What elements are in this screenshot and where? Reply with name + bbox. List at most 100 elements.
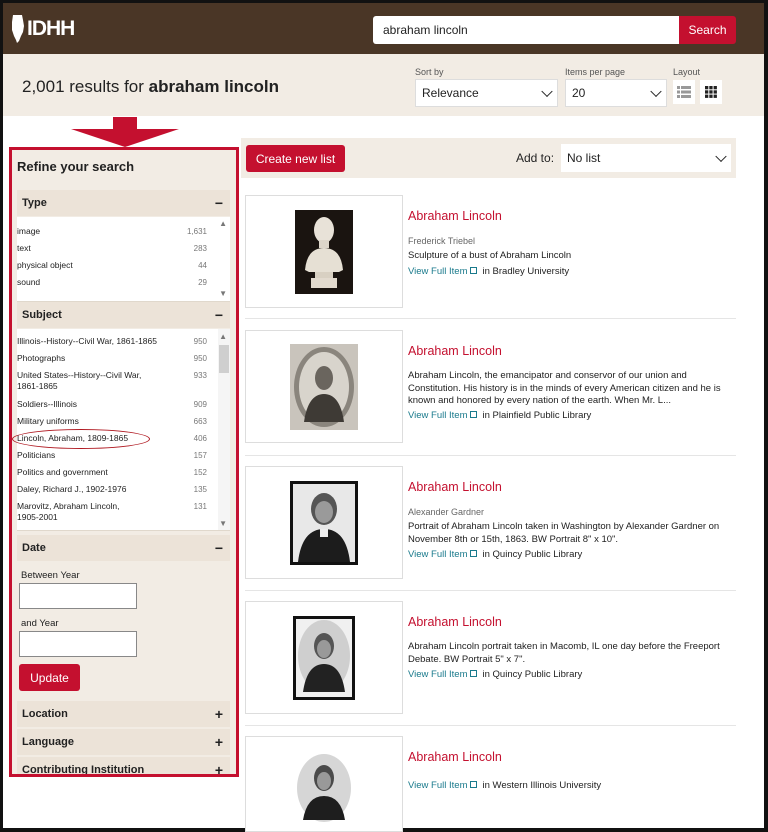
collapse-icon[interactable]: − xyxy=(215,196,223,210)
facet-item[interactable]: Illinois--History--Civil War, 1861-1865 9… xyxy=(17,336,213,347)
lincoln-portrait-image xyxy=(290,480,358,565)
scroll-down-icon[interactable]: ▼ xyxy=(219,289,227,298)
per-page-select[interactable]: 20 xyxy=(565,79,667,107)
per-page-label: Items per page xyxy=(565,67,626,77)
facet-item[interactable]: Photographs 950 xyxy=(17,353,213,364)
facet-item[interactable]: Politicians 157 xyxy=(17,450,213,461)
sort-select[interactable]: Relevance xyxy=(415,79,558,107)
result-thumbnail[interactable] xyxy=(245,195,403,308)
update-button[interactable]: Update xyxy=(19,664,80,691)
result-creator: Alexander Gardner xyxy=(408,507,485,517)
create-new-list-button[interactable]: Create new list xyxy=(246,145,345,172)
list-view-icon xyxy=(677,86,691,98)
view-full-item-link[interactable]: View Full Item xyxy=(408,266,467,277)
chevron-down-icon xyxy=(715,150,727,163)
between-year-label: Between Year xyxy=(21,570,80,581)
site-logo[interactable]: IDHH xyxy=(11,14,75,44)
results-count: 2,001 results for abraham lincoln xyxy=(22,77,280,96)
scroll-up-icon[interactable]: ▲ xyxy=(219,332,227,341)
facet-item[interactable]: Military uniforms 663 xyxy=(17,416,213,427)
chevron-down-icon xyxy=(650,85,662,98)
facet-type-list: image 1,631 text 283 physical object 44 sou… xyxy=(17,217,230,302)
facet-item[interactable]: text 283 xyxy=(17,243,213,254)
sort-label: Sort by xyxy=(415,67,444,77)
facet-type-header[interactable]: Type − xyxy=(17,190,230,216)
scrollbar-thumb[interactable] xyxy=(219,345,229,373)
result-description: Sculpture of a bust of Abraham Lincoln xyxy=(408,250,572,261)
lincoln-oval-portrait-image xyxy=(295,744,353,824)
external-link-icon xyxy=(470,411,478,418)
search-input[interactable] xyxy=(373,16,680,44)
search-button[interactable]: Search xyxy=(679,16,736,44)
result-title[interactable]: Abraham Lincoln xyxy=(408,209,502,223)
result-thumbnail[interactable] xyxy=(245,330,403,443)
external-link-icon xyxy=(470,550,478,557)
expand-icon[interactable]: + xyxy=(215,735,223,749)
facet-location-header[interactable]: Location + xyxy=(17,701,230,727)
add-to-select[interactable]: No list xyxy=(561,144,731,172)
external-link-icon xyxy=(470,781,478,788)
facet-institution-header[interactable]: Contributing Institution + xyxy=(17,757,230,774)
grid-view-icon xyxy=(705,86,717,98)
chevron-down-icon xyxy=(541,85,553,98)
facet-date-header[interactable]: Date − xyxy=(17,535,230,561)
result-item: Abraham Lincoln Abraham Lincoln, the ema… xyxy=(245,330,736,456)
result-title[interactable]: Abraham Lincoln xyxy=(408,750,502,764)
view-full-item-link[interactable]: View Full Item xyxy=(408,669,467,680)
collapse-icon[interactable]: − xyxy=(215,308,223,322)
result-title[interactable]: Abraham Lincoln xyxy=(408,344,502,358)
facet-item[interactable]: Daley, Richard J., 1902-1976 135 xyxy=(17,484,213,495)
list-layout-button[interactable] xyxy=(673,80,695,104)
result-item: Abraham Lincoln Frederick Triebel Sculpt… xyxy=(245,195,736,319)
facet-subject-header[interactable]: Subject − xyxy=(17,302,230,328)
facet-item[interactable]: sound 29 xyxy=(17,277,213,288)
result-title[interactable]: Abraham Lincoln xyxy=(408,480,502,494)
result-thumbnail[interactable] xyxy=(245,466,403,579)
view-full-item-link[interactable]: View Full Item xyxy=(408,549,467,560)
facet-item[interactable]: Soldiers--Illinois 909 xyxy=(17,399,213,410)
annotation-arrow xyxy=(71,117,179,147)
list-toolbar: Create new list Add to: No list xyxy=(241,138,736,178)
illinois-state-icon xyxy=(12,15,24,43)
scroll-down-icon[interactable]: ▼ xyxy=(219,519,227,528)
expand-icon[interactable]: + xyxy=(215,763,223,774)
add-to-label: Add to: xyxy=(516,151,555,165)
annotation-circle xyxy=(12,429,150,449)
site-header: IDHH Search xyxy=(3,3,764,54)
result-link-row: View Full Item in Western Illinois Univer… xyxy=(408,780,602,791)
result-title[interactable]: Abraham Lincoln xyxy=(408,615,502,629)
facet-item[interactable]: Marovitz, Abraham Lincoln, 1905-2001 131 xyxy=(17,501,213,523)
result-description: Portrait of Abraham Lincoln taken in Was… xyxy=(408,521,720,545)
layout-label: Layout xyxy=(673,67,701,77)
result-thumbnail[interactable] xyxy=(245,601,403,714)
result-item: Abraham Lincoln Abraham Lincoln portrait… xyxy=(245,601,736,726)
external-link-icon xyxy=(470,267,478,274)
refine-title: Refine your search xyxy=(17,159,135,174)
result-description: Abraham Lincoln, the emancipator and con… xyxy=(408,370,721,406)
result-description: Abraham Lincoln portrait taken in Macomb… xyxy=(408,641,720,665)
result-thumbnail[interactable] xyxy=(245,736,403,832)
result-link-row: View Full Item in Plainfield Public Libra… xyxy=(408,410,592,421)
result-item: Abraham Lincoln View Full Item in Western… xyxy=(245,736,736,832)
result-link-row: View Full Item in Bradley University xyxy=(408,266,570,277)
between-year-input[interactable] xyxy=(19,583,137,609)
collapse-icon[interactable]: − xyxy=(215,541,223,555)
result-creator: Frederick Triebel xyxy=(408,236,476,246)
facet-language-header[interactable]: Language + xyxy=(17,729,230,755)
view-full-item-link[interactable]: View Full Item xyxy=(408,780,467,791)
lincoln-oval-portrait-image xyxy=(290,343,358,430)
grid-layout-button[interactable] xyxy=(700,80,722,104)
view-full-item-link[interactable]: View Full Item xyxy=(408,410,467,421)
facet-item[interactable]: image 1,631 xyxy=(17,226,213,237)
logo-text: IDHH xyxy=(27,17,75,40)
lincoln-portrait-image xyxy=(293,615,355,700)
result-item: Abraham Lincoln Alexander Gardner Portra… xyxy=(245,466,736,591)
result-link-row: View Full Item in Quincy Public Library xyxy=(408,549,583,560)
facet-item[interactable]: Politics and government 152 xyxy=(17,467,213,478)
and-year-label: and Year xyxy=(21,618,59,629)
facet-item[interactable]: physical object 44 xyxy=(17,260,213,271)
and-year-input[interactable] xyxy=(19,631,137,657)
facet-item[interactable]: United States--History--Civil War, 1861-… xyxy=(17,370,213,392)
expand-icon[interactable]: + xyxy=(215,707,223,721)
scroll-up-icon[interactable]: ▲ xyxy=(219,219,227,228)
